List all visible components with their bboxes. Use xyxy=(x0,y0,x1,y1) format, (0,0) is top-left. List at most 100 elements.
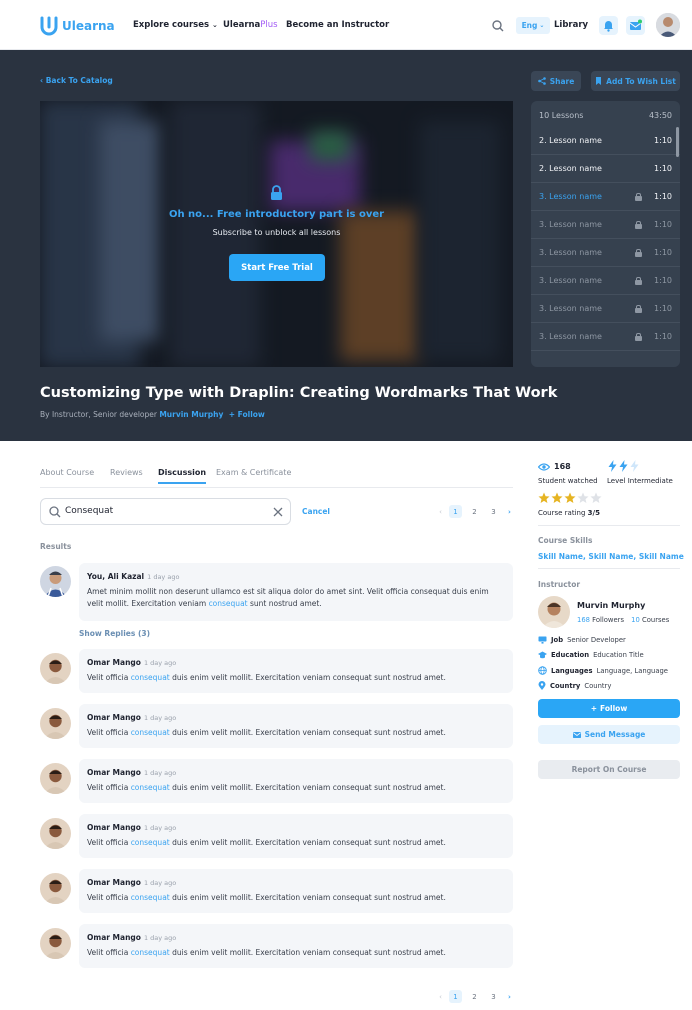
cancel-search-button[interactable]: Cancel xyxy=(302,507,330,516)
tab-exam-certificate[interactable]: Exam & Certificate xyxy=(216,468,291,477)
comment-avatar[interactable] xyxy=(40,873,71,904)
rating-label: Course rating xyxy=(538,509,586,517)
prev-page-button[interactable]: ‹ xyxy=(434,990,447,1003)
comment-text-a: Velit officia xyxy=(87,728,131,737)
follow-button[interactable]: + Follow xyxy=(538,699,680,718)
nav-library[interactable]: Library xyxy=(554,20,588,30)
comment-author: Omar Mango 1 day ago xyxy=(87,823,176,832)
search-icon[interactable] xyxy=(492,20,504,32)
skill-link[interactable]: Skill Name xyxy=(538,552,583,561)
lesson-item[interactable]: 3. Lesson name 1:10 xyxy=(531,211,680,239)
next-page-button[interactable]: › xyxy=(503,505,516,518)
comment-avatar[interactable] xyxy=(40,818,71,849)
comment-author: You, Ali Kazal 1 day ago xyxy=(87,572,179,581)
lesson-item[interactable]: 2. Lesson name 1:10 xyxy=(531,155,680,183)
avatar-image xyxy=(40,928,71,959)
skill-link[interactable]: Skill Name xyxy=(588,552,633,561)
back-label: Back To Catalog xyxy=(45,76,113,85)
page-3-button[interactable]: 3 xyxy=(487,505,500,518)
education-key: Education xyxy=(551,651,590,659)
lesson-name: 3. Lesson name xyxy=(539,304,602,313)
lesson-name: 2. Lesson name xyxy=(539,136,602,145)
start-free-trial-button[interactable]: Start Free Trial xyxy=(229,254,325,281)
comment-text-a: Velit officia xyxy=(87,948,131,957)
show-replies-link[interactable]: Show Replies (3) xyxy=(79,629,150,638)
lesson-duration: 1:10 xyxy=(654,192,672,201)
tab-reviews[interactable]: Reviews xyxy=(110,468,143,477)
skill-link[interactable]: Skill Name xyxy=(639,552,684,561)
nav-plus-brand: Ulearna xyxy=(223,20,261,30)
clear-icon[interactable] xyxy=(273,507,283,517)
language-select[interactable]: Eng ⌄ xyxy=(516,17,550,34)
lock-icon xyxy=(635,276,642,285)
search-highlight: consequat xyxy=(130,673,170,682)
level-label: Level Intermediate xyxy=(607,477,673,485)
comment-author: Omar Mango 1 day ago xyxy=(87,768,176,777)
comment-text-a: Velit officia xyxy=(87,893,131,902)
instructor-heading: Instructor xyxy=(538,580,581,589)
comment-avatar[interactable] xyxy=(40,653,71,684)
comment-avatar[interactable] xyxy=(40,566,71,597)
nav-explore-courses[interactable]: Explore courses ⌄ xyxy=(133,20,218,30)
messages-button[interactable] xyxy=(626,16,645,35)
instructor-avatar[interactable] xyxy=(538,596,570,628)
page-2-button[interactable]: 2 xyxy=(468,505,481,518)
lesson-item[interactable]: 3. Lesson name 1:10 xyxy=(531,183,680,211)
search-icon xyxy=(49,506,61,518)
add-to-wishlist-button[interactable]: Add To Wish List xyxy=(591,71,680,91)
chevron-down-icon: ⌄ xyxy=(212,21,218,29)
courses-label: Courses xyxy=(642,616,670,624)
share-button[interactable]: Share xyxy=(531,71,581,91)
report-course-button[interactable]: Report On Course xyxy=(538,760,680,779)
lock-icon xyxy=(635,332,642,341)
back-to-catalog-link[interactable]: ‹ Back To Catalog xyxy=(40,76,113,85)
instructor-name[interactable]: Murvin Murphy xyxy=(577,601,645,610)
page-1-button[interactable]: 1 xyxy=(449,505,462,518)
notifications-button[interactable] xyxy=(599,16,618,35)
lock-icon xyxy=(271,185,282,200)
lesson-duration: 1:10 xyxy=(654,332,672,341)
follow-instructor-link[interactable]: + Follow xyxy=(229,410,265,419)
share-icon xyxy=(537,77,546,85)
comment-avatar[interactable] xyxy=(40,708,71,739)
comment-avatar[interactable] xyxy=(40,928,71,959)
page-2-button[interactable]: 2 xyxy=(468,990,481,1003)
tab-discussion[interactable]: Discussion xyxy=(158,468,207,484)
page-1-button[interactable]: 1 xyxy=(449,990,462,1003)
search-highlight: consequat xyxy=(130,893,170,902)
search-highlight: consequat xyxy=(130,783,170,792)
comment-item: Omar Mango 1 day ago Velit officia consequ… xyxy=(79,869,513,913)
lock-icon xyxy=(635,220,642,229)
lesson-item[interactable]: 3. Lesson name 1:10 xyxy=(531,239,680,267)
search-input[interactable]: Consequat xyxy=(65,506,113,516)
logo[interactable]: Ulearna xyxy=(40,16,115,36)
instructor-link[interactable]: Murvin Murphy xyxy=(159,410,223,419)
next-page-button[interactable]: › xyxy=(503,990,516,1003)
video-player[interactable]: Oh no... Free introductory part is over … xyxy=(40,101,513,367)
star-icon xyxy=(538,492,550,503)
page-3-button[interactable]: 3 xyxy=(487,990,500,1003)
comment-item: Omar Mango 1 day ago Velit officia consequ… xyxy=(79,704,513,748)
rating-value: 3/5 xyxy=(587,509,600,517)
user-avatar[interactable] xyxy=(656,13,680,37)
lesson-list-scrollbar[interactable] xyxy=(676,127,679,157)
lesson-item[interactable]: 2. Lesson name 1:10 xyxy=(531,127,680,155)
search-highlight: consequat xyxy=(130,948,170,957)
lesson-item[interactable]: 3. Lesson name 1:10 xyxy=(531,295,680,323)
nav-become-instructor[interactable]: Become an Instructor xyxy=(286,20,389,30)
send-message-button[interactable]: Send Message xyxy=(538,725,680,744)
comment-avatar[interactable] xyxy=(40,763,71,794)
lesson-item[interactable]: 3. Lesson name 1:10 xyxy=(531,267,680,295)
author-name: You, Ali Kazal xyxy=(87,572,145,581)
tab-about-course[interactable]: About Course xyxy=(40,468,94,477)
bell-icon xyxy=(604,21,613,32)
lesson-item[interactable]: 3. Lesson name 1:10 xyxy=(531,323,680,351)
nav-ulearna-plus[interactable]: UlearnaPlus xyxy=(223,20,278,30)
logo-text: Ulearna xyxy=(62,19,115,33)
prev-page-button[interactable]: ‹ xyxy=(434,505,447,518)
language-value: Eng xyxy=(521,21,538,30)
lightning-icon xyxy=(608,460,617,472)
watched-count: 168 xyxy=(554,462,571,471)
comment-text-b: duis enim velit mollit. Exercitation ven… xyxy=(169,728,446,737)
courses-count: 10 xyxy=(631,616,640,624)
